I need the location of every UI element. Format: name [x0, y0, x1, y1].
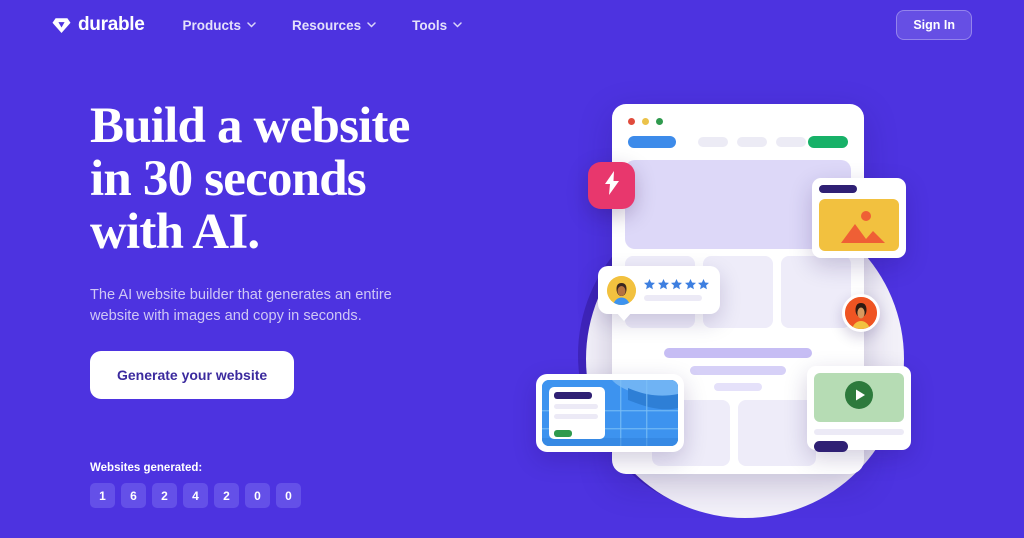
counter-digit: 2 — [152, 483, 177, 509]
play-icon — [845, 381, 873, 414]
hero-subheadline: The AI website builder that generates an… — [90, 287, 392, 325]
browser-nav-pill — [698, 137, 728, 147]
map-panel-line — [554, 414, 598, 419]
map-icon — [542, 380, 678, 446]
star-icon — [657, 279, 669, 290]
browser-content-card — [738, 400, 816, 466]
counter-digit: 2 — [214, 483, 239, 509]
red-dot-icon — [628, 118, 635, 125]
nav-item-tools[interactable]: Tools — [412, 18, 462, 33]
websites-generated-counter: Websites generated: 1 6 2 4 2 0 0 — [90, 462, 490, 509]
browser-content-card — [781, 256, 851, 328]
hero-copy: Build a website in 30 seconds with AI. T… — [90, 98, 490, 509]
review-card-body — [644, 279, 711, 301]
counter-digit: 0 — [245, 483, 270, 509]
chevron-down-icon — [247, 22, 256, 28]
map-info-panel — [549, 387, 605, 439]
avatar-badge — [842, 294, 880, 332]
hero-illustration — [520, 76, 960, 538]
page-title: Build a website in 30 seconds with AI. — [90, 98, 410, 261]
map-panel-line — [554, 404, 598, 409]
star-icon — [644, 279, 655, 290]
generate-website-button[interactable]: Generate your website — [90, 351, 295, 400]
browser-text-line — [664, 348, 812, 358]
browser-logo-pill — [628, 136, 676, 148]
browser-text-line — [690, 366, 786, 375]
browser-cta-pill — [808, 136, 848, 148]
counter-digit: 1 — [90, 483, 115, 509]
map-panel-title — [554, 392, 592, 399]
person-avatar-icon — [845, 297, 877, 329]
chevron-down-icon — [453, 22, 462, 28]
browser-nav-pills — [698, 137, 806, 147]
map-card — [536, 374, 684, 452]
browser-traffic-lights — [628, 118, 663, 125]
nav-item-resources[interactable]: Resources — [292, 18, 376, 33]
lightning-bolt-icon — [604, 171, 620, 200]
nav-label-tools: Tools — [412, 17, 448, 33]
map-panel-action — [554, 430, 572, 437]
image-card — [812, 178, 906, 258]
durable-logo[interactable]: durable — [52, 14, 145, 36]
review-card — [598, 266, 720, 321]
chevron-down-icon — [367, 22, 376, 28]
logo-text: durable — [78, 14, 145, 35]
site-header: durable Products Resources Tools Sign In — [0, 0, 1024, 50]
lightning-bolt-badge — [588, 162, 635, 209]
nav-label-products: Products — [182, 17, 242, 33]
yellow-dot-icon — [642, 118, 649, 125]
star-icon — [698, 279, 709, 290]
nav-item-products[interactable]: Products — [183, 18, 257, 33]
browser-nav-pill — [737, 137, 767, 147]
sign-in-button[interactable]: Sign In — [896, 10, 972, 40]
person-avatar-icon — [607, 275, 636, 305]
browser-text-line — [714, 383, 762, 391]
star-icon — [671, 279, 682, 290]
image-card-title-bar — [819, 185, 857, 193]
counter-digit: 0 — [276, 483, 301, 509]
browser-nav-pill — [776, 137, 806, 147]
video-card — [807, 366, 911, 452]
nav-label-resources: Resources — [292, 17, 362, 33]
counter-digit-list: 1 6 2 4 2 0 0 — [90, 483, 490, 509]
star-rating — [644, 279, 711, 290]
counter-digit: 4 — [183, 483, 208, 509]
photo-mountain-icon — [819, 199, 899, 251]
review-text-placeholder — [644, 295, 702, 301]
video-preview — [814, 373, 904, 422]
video-card-button — [814, 441, 848, 452]
counter-label: Websites generated: — [90, 462, 203, 475]
main-nav: Products Resources Tools — [183, 18, 463, 33]
gem-diamond-icon — [52, 17, 71, 34]
counter-digit: 6 — [121, 483, 146, 509]
star-icon — [684, 279, 696, 290]
green-dot-icon — [656, 118, 663, 125]
video-card-text-placeholder — [814, 429, 904, 435]
